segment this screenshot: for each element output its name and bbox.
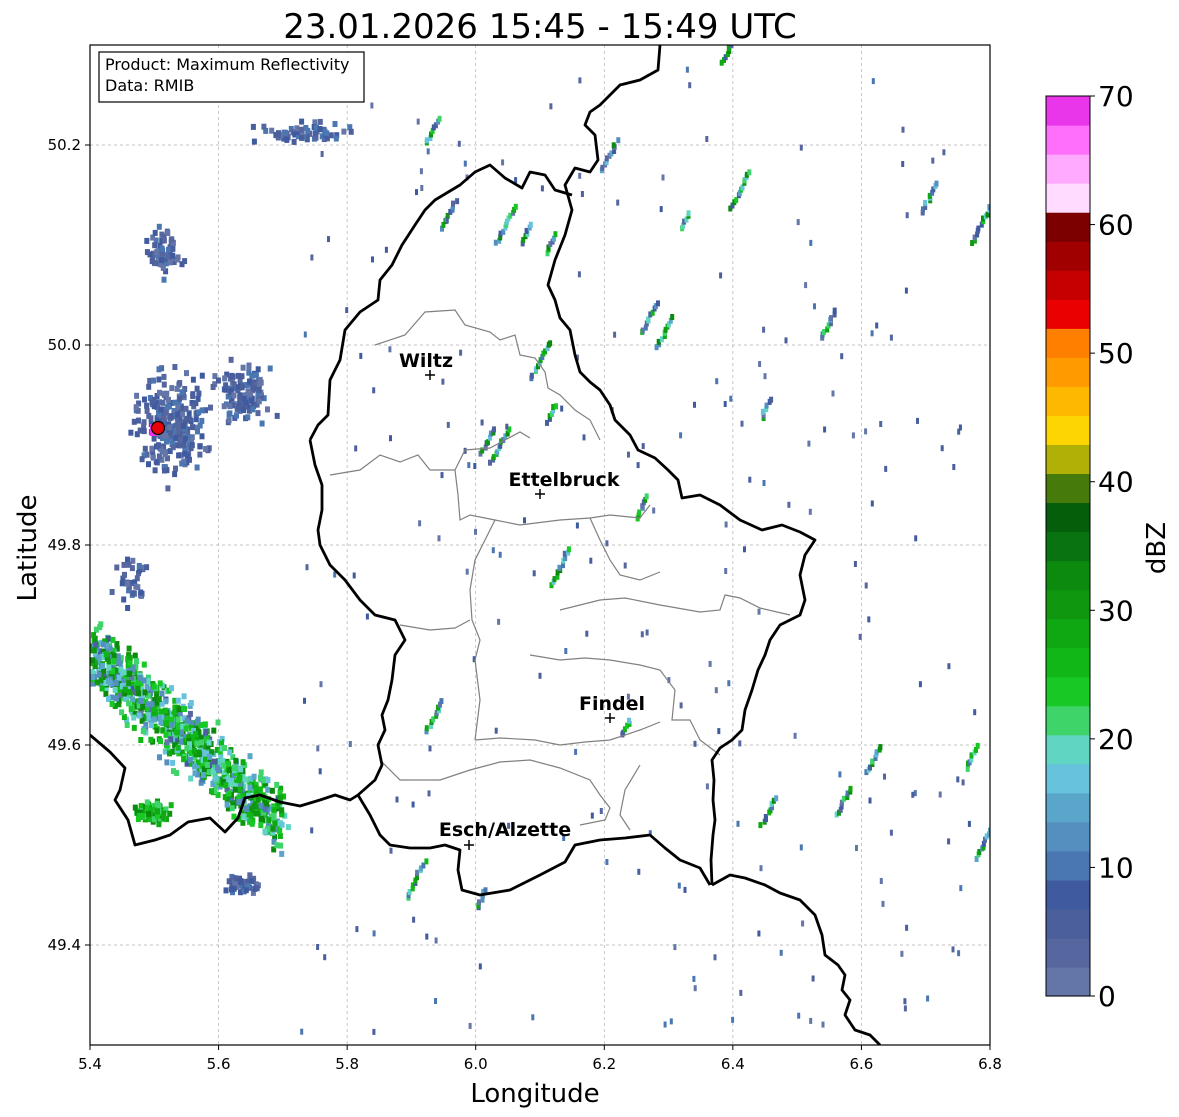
colorbar-segment (1046, 212, 1090, 242)
colorbar-segment (1046, 386, 1090, 416)
colorbar-segment (1046, 734, 1090, 765)
colorbar: 0 10 20 30 40 50 60 70 (1045, 80, 1134, 1013)
y-tick-label: 49.8 (48, 536, 81, 554)
colorbar-segment (1046, 241, 1090, 271)
product-info-box: Product: Maximum Reflectivity Data: RMIB (98, 51, 365, 103)
city-label-ettelbruck: Ettelbruck (509, 469, 620, 491)
city-label-wiltz: Wiltz (399, 350, 453, 372)
colorbar-segment (1046, 850, 1090, 881)
y-tick-label: 49.4 (48, 936, 81, 954)
colorbar-tick-label: 70 (1098, 80, 1134, 113)
city-label-esch-alzette: Esch/Alzette (439, 819, 571, 841)
y-tick-label: 49.6 (48, 736, 81, 754)
colorbar-tick-label: 50 (1098, 337, 1134, 370)
colorbar-segment (1046, 415, 1090, 445)
colorbar-segment (1046, 473, 1090, 504)
x-tick-label: 5.4 (78, 1055, 102, 1073)
colorbar-segment (1046, 937, 1090, 968)
colorbar-segment (1046, 502, 1090, 533)
colorbar-tick-label: 20 (1098, 723, 1134, 756)
x-tick-label: 5.8 (335, 1055, 359, 1073)
colorbar-segment (1046, 560, 1090, 591)
x-axis-label: Longitude (470, 1079, 599, 1109)
info-product: Product: Maximum Reflectivity (105, 55, 349, 74)
colorbar-tick-label: 30 (1098, 594, 1134, 627)
colorbar-segment (1046, 676, 1090, 707)
colorbar-segment (1046, 792, 1090, 823)
colorbar-segment (1046, 270, 1090, 300)
radar-site-marker (150, 420, 166, 436)
x-tick-label: 6.0 (464, 1055, 488, 1073)
y-tick-label: 50.2 (48, 136, 81, 154)
colorbar-segment (1046, 966, 1090, 997)
y-tick-label: 50.0 (48, 336, 81, 354)
x-tick-label: 6.4 (721, 1055, 745, 1073)
colorbar-segment (1046, 154, 1090, 184)
city-label-findel: Findel (579, 693, 645, 715)
colorbar-segment (1046, 647, 1090, 678)
colorbar-segment (1046, 183, 1090, 213)
x-tick-label: 6.8 (978, 1055, 1002, 1073)
colorbar-segment (1046, 357, 1090, 387)
colorbar-segment (1046, 531, 1090, 562)
info-data-source: Data: RMIB (105, 76, 194, 95)
y-axis-ticks: 49.4 49.6 49.8 50.0 50.2 (48, 136, 90, 954)
figure-title: 23.01.2026 15:45 - 15:49 UTC (283, 7, 797, 47)
x-tick-label: 6.6 (849, 1055, 873, 1073)
colorbar-segment (1046, 125, 1090, 155)
x-axis-ticks: 5.4 5.6 5.8 6.0 6.2 6.4 6.6 6.8 (78, 1045, 1002, 1073)
colorbar-segment (1046, 618, 1090, 649)
x-tick-label: 6.2 (592, 1055, 616, 1073)
radar-figure: 23.01.2026 15:45 - 15:49 UTC Wiltz Ettel… (13, 7, 1172, 1109)
y-axis-label: Latitude (13, 494, 43, 601)
colorbar-segment (1046, 299, 1090, 329)
colorbar-segment (1046, 705, 1090, 736)
colorbar-tick-label: 10 (1098, 851, 1134, 884)
colorbar-tick-label: 0 (1098, 980, 1116, 1013)
map-plot-area: Wiltz Ettelbruck Findel Esch/Alzette Pro… (90, 45, 990, 1045)
colorbar-segment (1046, 763, 1090, 794)
colorbar-segment (1046, 328, 1090, 358)
colorbar-segment (1046, 444, 1090, 475)
colorbar-segment (1046, 96, 1090, 126)
colorbar-tick-label: 40 (1098, 466, 1134, 499)
colorbar-segment (1046, 908, 1090, 939)
colorbar-segment (1046, 879, 1090, 910)
colorbar-segment (1046, 589, 1090, 620)
x-tick-label: 5.6 (207, 1055, 231, 1073)
colorbar-segment (1046, 821, 1090, 852)
colorbar-label: dBZ (1142, 522, 1172, 574)
colorbar-tick-label: 60 (1098, 209, 1134, 242)
